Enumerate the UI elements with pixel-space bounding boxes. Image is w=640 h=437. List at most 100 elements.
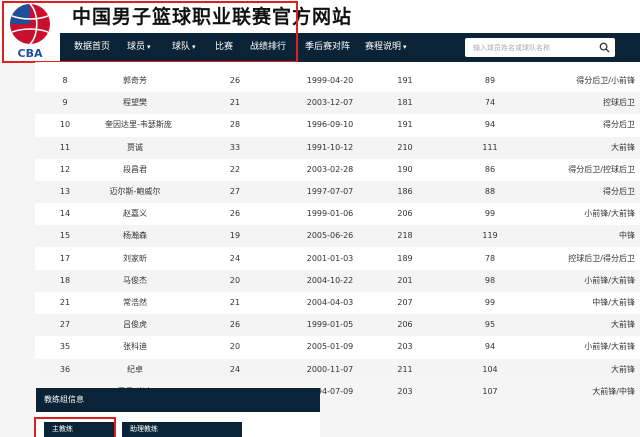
- player-age: 24: [229, 253, 241, 263]
- player-position: 中锋/大前锋: [592, 298, 635, 307]
- player-position: 小前锋/大前锋: [584, 342, 635, 352]
- player-height: 211: [397, 364, 413, 374]
- jersey-number: 36: [59, 364, 71, 374]
- player-position: 大前锋: [611, 320, 635, 330]
- table-row[interactable]: 15 杨瀚森 19 2005-06-26 218 119 中锋: [35, 225, 640, 248]
- player-name[interactable]: 吕俊虎: [105, 314, 165, 336]
- jersey-number: 21: [59, 298, 71, 307]
- player-age: 33: [229, 142, 241, 152]
- player-age: 20: [229, 275, 241, 285]
- player-birthdate: 1996-09-10: [306, 120, 354, 130]
- table-row[interactable]: 21 常浩然 21 2004-04-03 207 99 中锋/大前锋: [35, 292, 640, 314]
- player-name[interactable]: 常浩然: [105, 292, 165, 314]
- player-age: 26: [229, 209, 241, 219]
- player-name[interactable]: 迈尔斯-鲍威尔: [105, 181, 165, 203]
- player-weight: 111: [482, 142, 498, 152]
- table-row[interactable]: 11 贾诚 33 1991-10-12 210 111 大前锋: [35, 136, 640, 159]
- player-birthdate: 2003-02-28: [306, 164, 354, 174]
- nav-item-players[interactable]: 球员 ▾: [127, 33, 151, 62]
- player-weight: 104: [482, 364, 498, 374]
- player-weight: 74: [484, 98, 496, 108]
- player-name[interactable]: 马俊杰: [105, 270, 165, 292]
- nav-item-standings[interactable]: 战绩排行: [250, 33, 286, 62]
- table-row[interactable]: 36 纪卓 24 2000-11-07 211 104 大前锋: [35, 358, 640, 381]
- nav-item-schedule-notes[interactable]: 赛程说明 ▾: [365, 33, 407, 62]
- player-height: 191: [397, 120, 413, 130]
- table-row[interactable]: 9 程望樊 21 2003-12-07 181 74 控球后卫: [35, 92, 640, 115]
- player-age: 22: [229, 164, 241, 174]
- jersey-number: 17: [59, 253, 71, 263]
- player-height: 207: [397, 298, 413, 307]
- table-row[interactable]: 12 段昌君 22 2003-02-28 190 86 得分后卫/控球后卫: [35, 159, 640, 181]
- jersey-number: 8: [62, 76, 68, 85]
- table-row[interactable]: 10 奎因达里-韦瑟斯庞 28 1996-09-10 191 94 得分后卫: [35, 114, 640, 136]
- player-height: 190: [397, 164, 413, 174]
- search-box: [465, 38, 615, 57]
- player-birthdate: 1999-01-05: [306, 320, 354, 330]
- player-name[interactable]: 杨瀚森: [105, 225, 165, 247]
- player-name[interactable]: 郭奇芳: [105, 70, 165, 92]
- player-position: 中锋: [619, 231, 635, 241]
- player-position: 大前锋: [611, 364, 635, 374]
- player-age: 24: [229, 364, 241, 374]
- player-weight: 107: [482, 386, 498, 396]
- player-name[interactable]: 奎因达里-韦瑟斯庞: [105, 114, 172, 136]
- player-birthdate: 2000-11-07: [306, 364, 354, 374]
- table-row[interactable]: 14 赵嘉义 26 1999-01-06 206 99 小前锋/大前锋: [35, 203, 640, 225]
- table-row[interactable]: 13 迈尔斯-鲍威尔 27 1997-07-07 186 88 得分后卫: [35, 181, 640, 203]
- player-name[interactable]: 赵嘉义: [105, 203, 165, 225]
- nav-item-teams[interactable]: 球队 ▾: [172, 33, 196, 62]
- nav-item-games[interactable]: 比赛: [215, 33, 233, 62]
- player-birthdate: 2005-06-26: [306, 231, 354, 241]
- player-position: 得分后卫/小前锋: [576, 76, 635, 85]
- player-name[interactable]: 纪卓: [105, 359, 165, 381]
- player-name[interactable]: 段昌君: [105, 159, 165, 181]
- player-position: 小前锋/大前锋: [584, 275, 635, 285]
- player-height: 189: [397, 253, 413, 263]
- player-name[interactable]: 刘家昕: [105, 248, 165, 270]
- player-position: 小前锋/大前锋: [584, 209, 635, 219]
- search-input[interactable]: [473, 38, 591, 57]
- player-birthdate: 2004-04-03: [306, 298, 354, 307]
- table-row[interactable]: 18 马俊杰 20 2004-10-22 201 98 小前锋/大前锋: [35, 269, 640, 292]
- cba-logo-icon[interactable]: CBA: [3, 2, 57, 60]
- tab-head-coach[interactable]: 主教练: [44, 422, 116, 437]
- chevron-down-icon: ▾: [147, 43, 151, 51]
- player-age: 20: [229, 342, 241, 352]
- coach-tabs: 主教练 助理教练: [36, 412, 320, 437]
- table-row[interactable]: 8 郭奇芳 26 1999-04-20 191 89 得分后卫/小前锋: [35, 70, 640, 92]
- jersey-number: 12: [59, 164, 71, 174]
- player-height: 203: [397, 386, 413, 396]
- player-weight: 119: [482, 231, 498, 241]
- table-row[interactable]: 17 刘家昕 24 2001-01-03 189 78 控球后卫/得分后卫: [35, 248, 640, 270]
- table-row[interactable]: 27 吕俊虎 26 1999-01-05 206 95 大前锋: [35, 314, 640, 337]
- player-name[interactable]: 程望樊: [105, 92, 165, 114]
- player-name[interactable]: 张科迪: [105, 336, 165, 358]
- player-birthdate: 1997-07-07: [306, 187, 354, 196]
- jersey-number: 15: [59, 231, 71, 241]
- site-title: 中国男子篮球职业联赛官方网站: [72, 6, 353, 28]
- logo-text: CBA: [18, 47, 43, 60]
- player-weight: 99: [484, 209, 496, 219]
- tab-assistant-coach[interactable]: 助理教练: [122, 422, 242, 437]
- player-position: 控球后卫/得分后卫: [568, 253, 635, 263]
- jersey-number: 27: [59, 320, 71, 330]
- player-position: 得分后卫/控球后卫: [568, 164, 635, 174]
- nav-item-data-home[interactable]: 数据首页: [74, 33, 110, 62]
- main-nav: 数据首页 球员 ▾ 球队 ▾ 比赛 战绩排行 季后赛对阵 赛程说明 ▾: [60, 33, 640, 62]
- player-age: 21: [229, 298, 241, 307]
- nav-item-playoffs[interactable]: 季后赛对阵: [305, 33, 350, 62]
- jersey-number: 10: [59, 120, 71, 130]
- player-weight: 94: [484, 342, 496, 352]
- jersey-number: 35: [59, 342, 71, 352]
- jersey-number: 13: [59, 187, 71, 196]
- player-age: 26: [229, 320, 241, 330]
- search-icon[interactable]: [599, 42, 610, 53]
- player-weight: 98: [484, 275, 496, 285]
- player-birthdate: 2005-01-09: [306, 342, 354, 352]
- player-age: 26: [229, 76, 241, 85]
- player-height: 210: [397, 142, 413, 152]
- table-row[interactable]: 35 张科迪 20 2005-01-09 203 94 小前锋/大前锋: [35, 336, 640, 358]
- player-age: 19: [229, 231, 241, 241]
- player-name[interactable]: 贾诚: [105, 137, 165, 159]
